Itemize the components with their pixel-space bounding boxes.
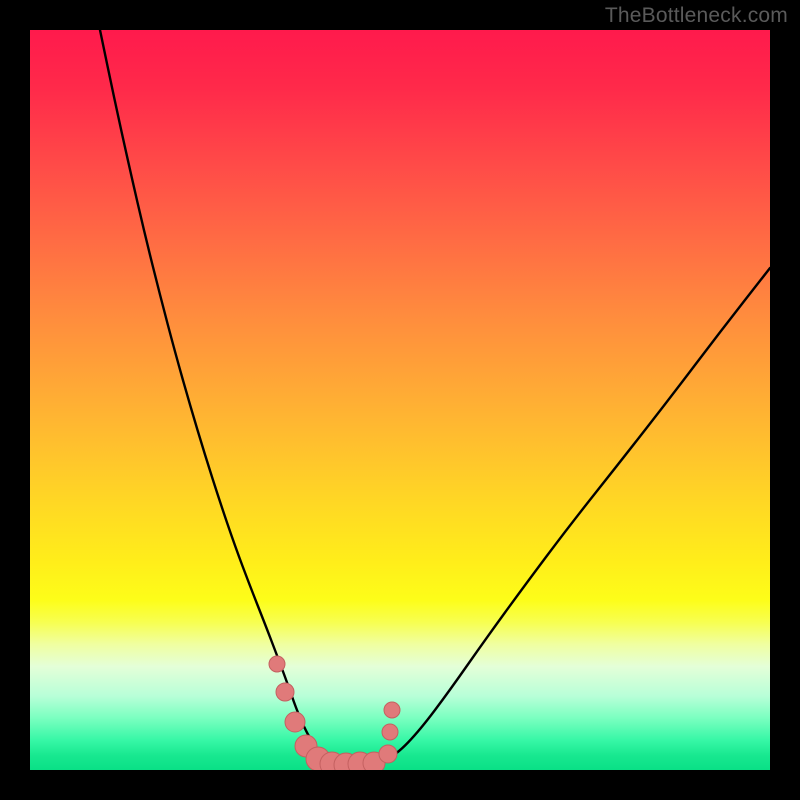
curve-svg: [30, 30, 770, 770]
watermark-text: TheBottleneck.com: [605, 4, 788, 28]
valley-marker: [382, 724, 398, 740]
valley-markers: [269, 656, 400, 770]
chart-frame: TheBottleneck.com: [0, 0, 800, 800]
valley-marker: [276, 683, 294, 701]
valley-marker: [379, 745, 397, 763]
plot-area: [30, 30, 770, 770]
valley-marker: [285, 712, 305, 732]
bottleneck-curve: [100, 30, 770, 767]
valley-marker: [384, 702, 400, 718]
valley-marker: [269, 656, 285, 672]
